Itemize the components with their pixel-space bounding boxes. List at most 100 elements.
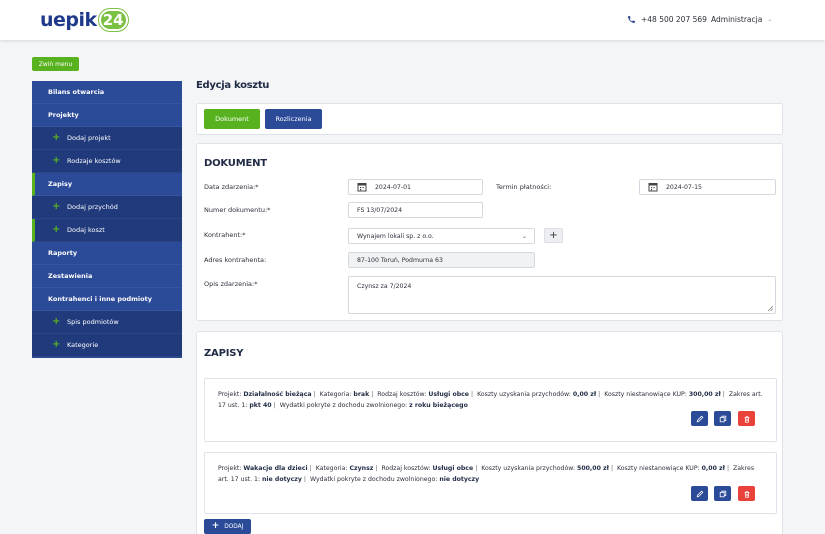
- sidebar-item-dodaj-przychod[interactable]: + Dodaj przychód: [32, 196, 182, 219]
- data-zdarzenia-value: 2024-07-01: [375, 183, 411, 191]
- wydatki-value: nie dotyczy: [439, 476, 480, 483]
- kontrahent-select[interactable]: Wynajem lokali sp. z o.o. ⌄: [348, 228, 535, 244]
- projekt-label: Projekt:: [218, 391, 242, 398]
- sidebar-item-dodaj-projekt[interactable]: + Dodaj projekt: [32, 127, 182, 150]
- opis-zdarzenia-textarea[interactable]: Czynsz za 7/2024: [348, 276, 776, 314]
- data-zdarzenia-field[interactable]: 2024-07-01: [348, 179, 483, 195]
- kategoria-label: Kategoria:: [319, 391, 352, 398]
- sidebar-item-zestawienia[interactable]: Zestawienia: [32, 265, 182, 288]
- sidebar-item-zapisy[interactable]: Zapisy: [32, 173, 182, 196]
- plus-icon: +: [52, 224, 61, 235]
- sidebar-item-raporty[interactable]: Raporty: [32, 242, 182, 265]
- koszty-value: 500,00 zł: [577, 465, 609, 472]
- logo-text: uepik: [40, 9, 97, 31]
- tabs-card: Dokument Rozliczenia: [196, 103, 783, 135]
- zapis-entry: Projekt: Działalność bieżąca | Kategoria:…: [204, 378, 777, 442]
- calendar-icon: [357, 183, 367, 192]
- sidebar-item-label: Dodaj przychód: [67, 203, 118, 211]
- koszty-label: Koszty uzyskania przychodów:: [477, 391, 571, 398]
- plus-icon: +: [211, 521, 220, 531]
- copy-icon: [719, 490, 726, 497]
- rodzaj-label: Rodzaj kosztów:: [381, 465, 431, 472]
- sidebar-item-kategorie[interactable]: + Kategorie: [32, 334, 182, 357]
- plus-icon: +: [52, 132, 61, 143]
- section-title-zapisy: ZAPISY: [204, 348, 244, 359]
- chevron-down-icon: ⌄: [521, 233, 527, 240]
- wydatki-label: Wydatki pokryte z dochodu zwolnionego:: [279, 402, 408, 409]
- opis-zdarzenia-value: Czynsz za 7/2024: [357, 283, 412, 290]
- kategoria-value: Czynsz: [349, 465, 374, 472]
- user-menu[interactable]: Administracja ⌄: [711, 15, 772, 24]
- plus-icon: +: [52, 155, 61, 166]
- koszty-label: Koszty uzyskania przychodów:: [481, 465, 576, 472]
- user-menu-label: Administracja: [711, 15, 763, 24]
- sidebar-item-projekty[interactable]: Projekty: [32, 104, 182, 127]
- edit-entry-button[interactable]: [691, 486, 708, 501]
- sidebar-item-bilans[interactable]: Bilans otwarcia: [32, 81, 182, 104]
- kup-label: Koszty niestanowiące KUP:: [617, 465, 700, 472]
- logo[interactable]: uepik 24: [40, 8, 128, 32]
- kup-label: Koszty niestanowiące KUP:: [604, 391, 687, 398]
- adres-kontrahenta-label: Adres kontrahenta:: [204, 256, 267, 264]
- tab-rozliczenia[interactable]: Rozliczenia: [265, 109, 322, 129]
- rodzaj-label: Rodzaj kosztów:: [377, 391, 427, 398]
- resize-grip-icon[interactable]: [767, 305, 773, 311]
- tab-dokument[interactable]: Dokument: [204, 109, 260, 129]
- numer-dokumentu-input[interactable]: FS 13/07/2024: [348, 202, 483, 218]
- sidebar-item-label: Kontrahenci i inne podmioty: [48, 295, 152, 303]
- kup-value: 300,00 zł: [688, 391, 721, 398]
- wydatki-label: Wydatki pokryte z dochodu zwolnionego:: [309, 476, 438, 483]
- phone-icon: [628, 16, 635, 23]
- zapis-entry-details: Projekt: Działalność bieżąca | Kategoria:…: [218, 391, 763, 409]
- sidebar-item-dodaj-koszt[interactable]: + Dodaj koszt: [32, 219, 182, 242]
- logo-badge: 24: [98, 9, 128, 31]
- sidebar-item-label: Zapisy: [48, 180, 73, 188]
- collapse-menu-button[interactable]: Zwiń menu: [32, 57, 79, 71]
- delete-entry-button[interactable]: [738, 411, 755, 426]
- sidebar-item-kontrahenci[interactable]: Kontrahenci i inne podmioty: [32, 288, 182, 311]
- zapis-entry: Projekt: Wakacje dla dzieci | Kategoria: …: [204, 452, 777, 514]
- zakres-value: nie dotyczy: [262, 476, 302, 483]
- projekt-value: Działalność bieżąca: [243, 391, 312, 398]
- add-zapis-button[interactable]: + DODAJ: [204, 519, 251, 534]
- pencil-icon: [696, 490, 703, 497]
- edit-entry-button[interactable]: [691, 411, 708, 426]
- plus-icon: +: [52, 201, 61, 212]
- termin-platnosci-label: Termin płatności:: [496, 183, 552, 191]
- opis-zdarzenia-label: Opis zdarzenia:*: [204, 280, 258, 288]
- wydatki-value: z roku bieżącego: [409, 402, 468, 409]
- kontrahent-label: Kontrahent:*: [204, 231, 246, 239]
- page-title: Edycja kosztu: [196, 80, 270, 91]
- termin-platnosci-value: 2024-07-15: [666, 183, 702, 191]
- sidebar-item-label: Raporty: [48, 249, 78, 257]
- plus-icon: +: [549, 229, 558, 241]
- rodzaj-value: Usługi obce: [432, 465, 474, 472]
- phone-number: +48 500 207 569: [641, 15, 707, 24]
- projekt-value: Wakacje dla dzieci: [243, 465, 308, 472]
- chevron-down-icon: ⌄: [767, 16, 773, 23]
- sidebar-item-spis-podmiotow[interactable]: + Spis podmiotów: [32, 311, 182, 334]
- termin-platnosci-field[interactable]: 2024-07-15: [639, 179, 776, 195]
- sidebar-item-label: Projekty: [48, 111, 79, 119]
- copy-entry-button[interactable]: [714, 411, 731, 426]
- zapisy-card: ZAPISY Projekt: Działalność bieżąca | Kat…: [196, 331, 783, 534]
- zapis-entry-details: Projekt: Wakacje dla dzieci | Kategoria: …: [218, 465, 755, 483]
- sidebar-item-rodzaje-kosztow[interactable]: + Rodzaje kosztów: [32, 150, 182, 173]
- plus-icon: +: [52, 339, 61, 350]
- add-kontrahent-button[interactable]: +: [544, 228, 563, 243]
- top-bar: uepik 24 +48 500 207 569 Administracja ⌄: [0, 0, 825, 40]
- copy-entry-button[interactable]: [714, 486, 731, 501]
- sidebar-item-label: Dodaj projekt: [67, 134, 111, 142]
- delete-entry-button[interactable]: [738, 486, 755, 501]
- phone-contact[interactable]: +48 500 207 569: [627, 15, 707, 24]
- projekt-label: Projekt:: [218, 465, 242, 472]
- data-zdarzenia-label: Data zdarzenia:*: [204, 183, 259, 191]
- sidebar-item-label: Dodaj koszt: [67, 226, 105, 234]
- section-title-dokument: DOKUMENT: [204, 158, 267, 169]
- kategoria-label: Kategoria:: [315, 465, 348, 472]
- sidebar-item-label: Rodzaje kosztów: [67, 157, 121, 165]
- pencil-icon: [696, 415, 703, 422]
- kontrahent-value: Wynajem lokali sp. z o.o.: [357, 232, 434, 240]
- adres-kontrahenta-field: 87-100 Toruń, Podmurna 63: [348, 252, 535, 268]
- sidebar: Bilans otwarcia Projekty + Dodaj projekt…: [32, 81, 182, 358]
